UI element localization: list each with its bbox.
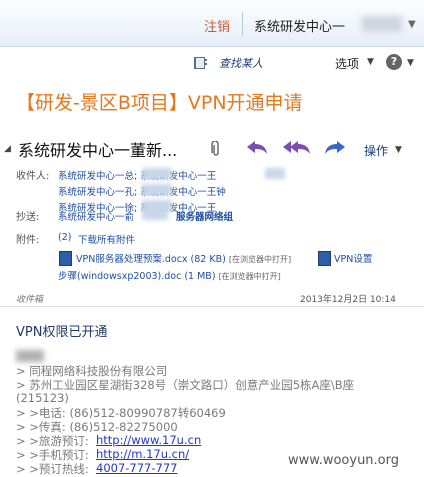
redacted-name: [142, 184, 172, 195]
redacted-name: [16, 350, 44, 362]
divider: [0, 306, 424, 307]
attachment-clip-icon: [211, 141, 219, 156]
signature-line: (215123): [16, 391, 69, 405]
redacted-name: [362, 16, 402, 32]
cc-label: 抄送:: [16, 212, 40, 223]
attachment-link[interactable]: VPN设置: [334, 251, 372, 265]
forward-icon[interactable]: [323, 137, 347, 157]
reply-icon[interactable]: [245, 137, 269, 157]
help-icon[interactable]: ?: [386, 54, 402, 70]
logout-link[interactable]: 注销: [204, 16, 230, 35]
hotline-link[interactable]: 4007-777-777: [96, 461, 177, 475]
recipient-line[interactable]: 系统研发中心一总; 系统研发中心一王: [58, 168, 216, 182]
attachment-link[interactable]: 步骤(windowsxp2003).doc (1 MB) [在浏览器中打开]: [58, 268, 281, 282]
message-body-text: VPN权限已开通: [16, 325, 108, 340]
mobile-link[interactable]: http://m.17u.cn/: [96, 447, 189, 461]
word-doc-icon: [318, 251, 331, 266]
cc-recipient[interactable]: 系统研发中心一俞: [58, 209, 134, 223]
attachments-label: 附件:: [16, 235, 40, 246]
sender-name[interactable]: 系统研发中心一董新...: [18, 137, 177, 161]
received-datetime: 2013年12月2日 10:14: [300, 295, 396, 305]
reply-all-icon[interactable]: [282, 137, 312, 157]
to-label: 收件人:: [16, 171, 50, 182]
website-link[interactable]: http://www.17u.cn: [96, 433, 201, 447]
folder-label: 收件箱: [16, 295, 44, 305]
redacted-name: [142, 168, 172, 179]
attachment-link[interactable]: VPN服务器处理预案.docx (82 KB) [在浏览器中打开]: [76, 251, 291, 265]
redacted-name: [142, 209, 168, 220]
user-name-button[interactable]: 系统研发中心一: [254, 16, 345, 35]
attachment-count: (2): [58, 232, 72, 243]
actions-menu[interactable]: 操作: [364, 142, 388, 159]
address-book-icon[interactable]: [193, 56, 207, 70]
chevron-down-icon[interactable]: ▼: [395, 145, 402, 155]
collapse-triangle-icon[interactable]: ◢: [4, 144, 11, 154]
cc-group[interactable]: 服务器网络组: [176, 209, 233, 223]
word-doc-icon: [59, 251, 72, 266]
options-menu[interactable]: 选项: [335, 55, 359, 72]
chevron-down-icon[interactable]: ▼: [407, 58, 414, 68]
find-contact-link[interactable]: 查找某人: [219, 55, 263, 71]
redacted-name: [265, 168, 285, 179]
signature-line: > >预订热线:: [16, 462, 89, 476]
download-all-link[interactable]: 下载所有附件: [78, 232, 135, 246]
page-title: 【研发-景区B项目】VPN开通申请: [16, 92, 303, 114]
chevron-down-icon[interactable]: ▼: [367, 57, 374, 67]
watermark: www.wooyun.org: [286, 453, 402, 468]
divider: [242, 12, 243, 36]
chevron-down-icon[interactable]: ▼: [408, 19, 416, 30]
